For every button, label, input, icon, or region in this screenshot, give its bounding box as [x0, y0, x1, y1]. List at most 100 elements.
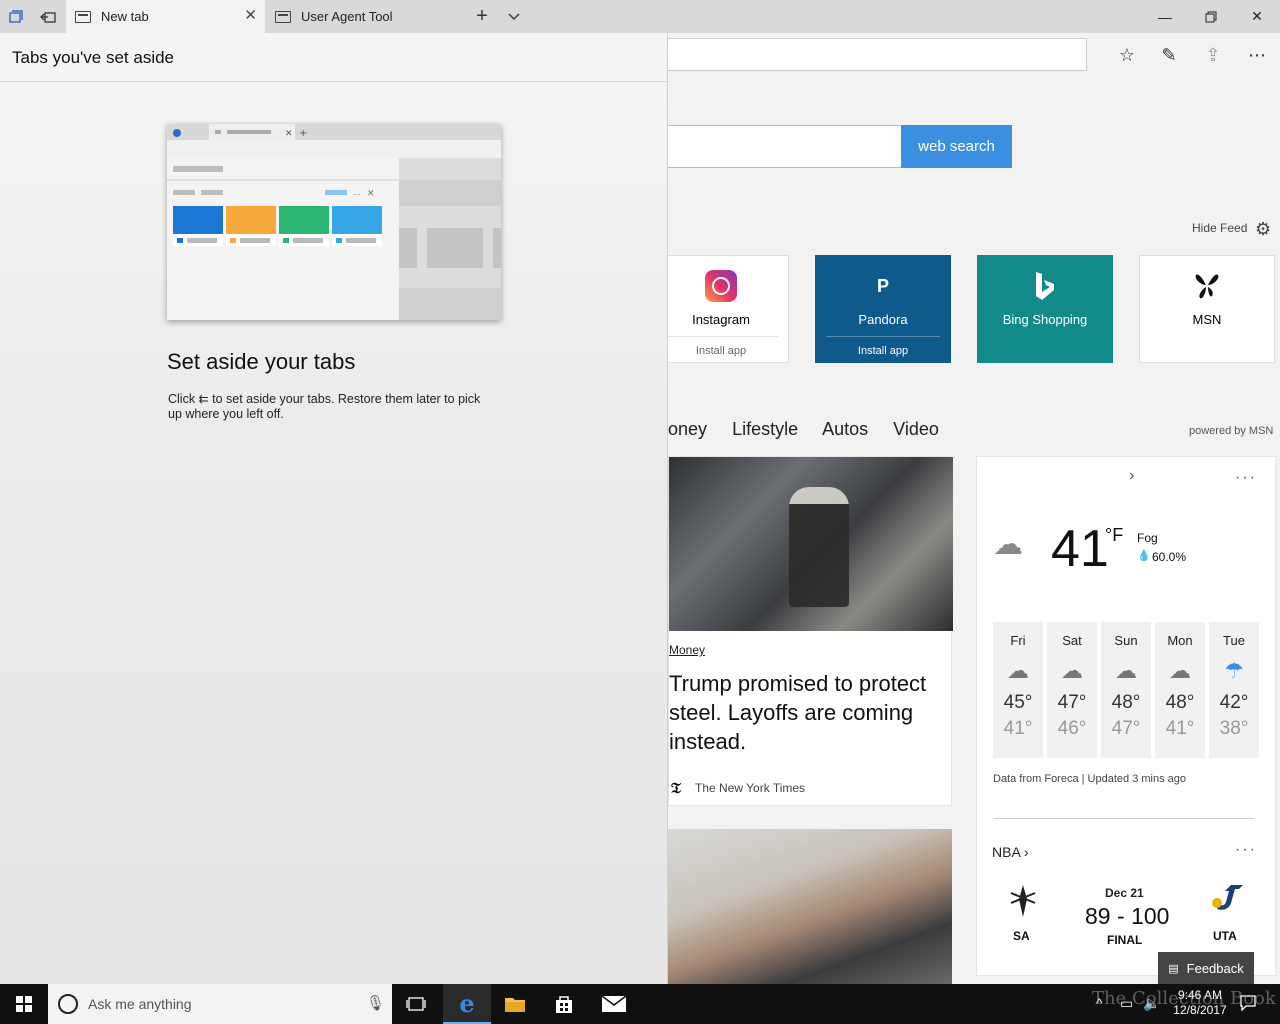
high-temp: 48° [1111, 692, 1141, 713]
cortana-placeholder: Ask me anything [88, 996, 192, 1012]
article-title[interactable]: Trump promised to protect steel. Layoffs… [669, 669, 939, 756]
web-note-pen-icon[interactable]: ✎ [1155, 41, 1183, 69]
feedback-button[interactable]: ▤ Feedback [1158, 952, 1254, 984]
gear-icon[interactable]: ⚙ [1255, 219, 1271, 240]
edge-browser-icon[interactable]: e [443, 984, 491, 1024]
bing-icon [1029, 270, 1061, 302]
low-temp: 46° [1057, 718, 1087, 739]
forecast-day[interactable]: Sun ☁ 48° 47° [1101, 622, 1151, 758]
top-site-pandora[interactable]: P Pandora Install app [815, 255, 951, 363]
top-site-msn[interactable]: MSN [1139, 255, 1275, 363]
tab-label: User Agent Tool [301, 9, 393, 24]
restore-icon[interactable] [1188, 0, 1234, 33]
install-app-link[interactable]: Install app [826, 336, 940, 357]
high-temp: 45° [1003, 692, 1033, 713]
rain-icon: ☂ [1224, 658, 1244, 683]
article-image [669, 457, 953, 631]
cortana-search[interactable]: Ask me anything 🎙 [48, 984, 392, 1024]
high-temp: 48° [1165, 692, 1195, 713]
tab-bar: New tab ✕ User Agent Tool + — ✕ [0, 0, 1280, 33]
game-date: Dec 21 [1105, 886, 1144, 900]
nav-lifestyle[interactable]: Lifestyle [732, 419, 798, 439]
store-icon[interactable] [540, 984, 588, 1024]
svg-text:✕: ✕ [367, 189, 375, 199]
tab-preview-chevron-icon[interactable] [498, 0, 530, 33]
day-name: Fri [1010, 633, 1026, 648]
news-article-image[interactable] [668, 829, 952, 984]
tile-label: MSN [1192, 312, 1222, 327]
tabs-aside-icon[interactable] [0, 0, 32, 33]
weather-condition: Fog [1137, 531, 1158, 545]
new-tab-page-icon [75, 10, 91, 23]
favorites-star-icon[interactable]: ☆ [1113, 41, 1141, 69]
msn-butterfly-icon [1191, 270, 1223, 302]
microphone-icon[interactable]: 🎙 [366, 994, 385, 1012]
more-dots-icon[interactable]: ··· [1235, 841, 1257, 859]
away-team: UTA [1213, 929, 1237, 943]
jazz-logo-icon [1209, 883, 1245, 920]
instagram-icon [705, 270, 737, 302]
article-source: The New York Times [695, 781, 806, 795]
tab-new-tab[interactable]: New tab ✕ [66, 0, 265, 33]
day-name: Sat [1062, 633, 1082, 648]
panel-header: Tabs you've set aside [0, 33, 667, 82]
forecast-day[interactable]: Sat ☁ 47° 46° [1047, 622, 1097, 758]
day-name: Mon [1167, 633, 1193, 648]
mail-icon[interactable] [590, 984, 638, 1024]
precip-chance: 60.0% [1152, 550, 1187, 564]
install-app-link[interactable]: Install app [664, 336, 778, 357]
weather-card: › ··· ☁ 41 °F Fog 💧 60.0% Fri ☁ 45° 41° … [976, 456, 1276, 976]
close-tab-icon[interactable]: ✕ [244, 8, 257, 24]
nav-money[interactable]: oney [668, 419, 707, 439]
cloudy-icon: ☁ [1115, 658, 1137, 683]
forecast-day[interactable]: Fri ☁ 45° 41° [993, 622, 1043, 758]
set-aside-tabs-icon[interactable] [32, 0, 64, 33]
tab-user-agent-tool[interactable]: User Agent Tool [266, 0, 464, 33]
tile-label: Bing Shopping [1002, 312, 1088, 327]
nyt-logo-icon: 𝔗 [671, 779, 681, 797]
more-dots-icon[interactable]: ⋯ [1243, 41, 1271, 69]
nba-link[interactable]: NBA › [992, 844, 1029, 860]
more-dots-icon[interactable]: ··· [1235, 469, 1257, 487]
powered-by-msn: powered by MSN [1189, 425, 1274, 437]
close-icon[interactable]: ✕ [1234, 0, 1280, 33]
desc-text-before: Click [168, 392, 196, 406]
chevron-right-icon[interactable]: › [1129, 467, 1134, 485]
top-site-bing-shopping[interactable]: Bing Shopping [977, 255, 1113, 363]
forecast-day[interactable]: Tue ☂ 42° 38° [1209, 622, 1259, 758]
taskbar: Ask me anything 🎙 e ^ ▭ 🔈 9:46 AM 12/8/2… [0, 984, 1280, 1024]
tile-label: Pandora [858, 312, 908, 327]
feedback-icon: ▤ [1168, 962, 1179, 975]
share-icon[interactable]: ⇪ [1199, 41, 1227, 69]
article-category[interactable]: Money [669, 643, 705, 657]
set-aside-illustration: ✕ + … ✕ [167, 124, 501, 320]
panel-title: Tabs you've set aside [12, 48, 175, 67]
divider [993, 818, 1255, 819]
news-nav: oney Lifestyle Autos Video [668, 419, 959, 440]
spurs-logo-icon [1007, 883, 1039, 926]
task-view-icon[interactable] [392, 984, 440, 1024]
file-explorer-icon[interactable] [491, 984, 539, 1024]
home-team: SA [1013, 929, 1030, 943]
news-article-card[interactable]: Money Trump promised to protect steel. L… [668, 456, 953, 806]
cloudy-icon: ☁ [1061, 658, 1083, 683]
windows-start-icon[interactable] [0, 984, 48, 1024]
nav-video[interactable]: Video [893, 419, 939, 439]
desc-text-after: to set aside your tabs. Restore them lat… [168, 392, 481, 421]
address-bar[interactable] [600, 38, 1087, 71]
temp-unit: °F [1105, 525, 1124, 545]
new-tab-plus-icon[interactable]: + [466, 0, 498, 33]
svg-text:+: + [299, 128, 307, 139]
cloudy-icon: ☁ [1007, 658, 1029, 683]
minimize-icon[interactable]: — [1142, 0, 1188, 33]
raindrop-icon: 💧 [1137, 550, 1151, 562]
nav-autos[interactable]: Autos [822, 419, 868, 439]
watermark: The Collection Book [1092, 988, 1276, 1009]
hide-feed-link[interactable]: Hide Feed [1192, 221, 1247, 235]
web-search-button[interactable]: web search [901, 125, 1012, 168]
cortana-icon [58, 994, 78, 1014]
top-site-instagram[interactable]: Instagram Install app [653, 255, 789, 363]
low-temp: 38° [1219, 718, 1249, 739]
forecast-day[interactable]: Mon ☁ 48° 41° [1155, 622, 1205, 758]
tab-label: New tab [101, 9, 149, 24]
